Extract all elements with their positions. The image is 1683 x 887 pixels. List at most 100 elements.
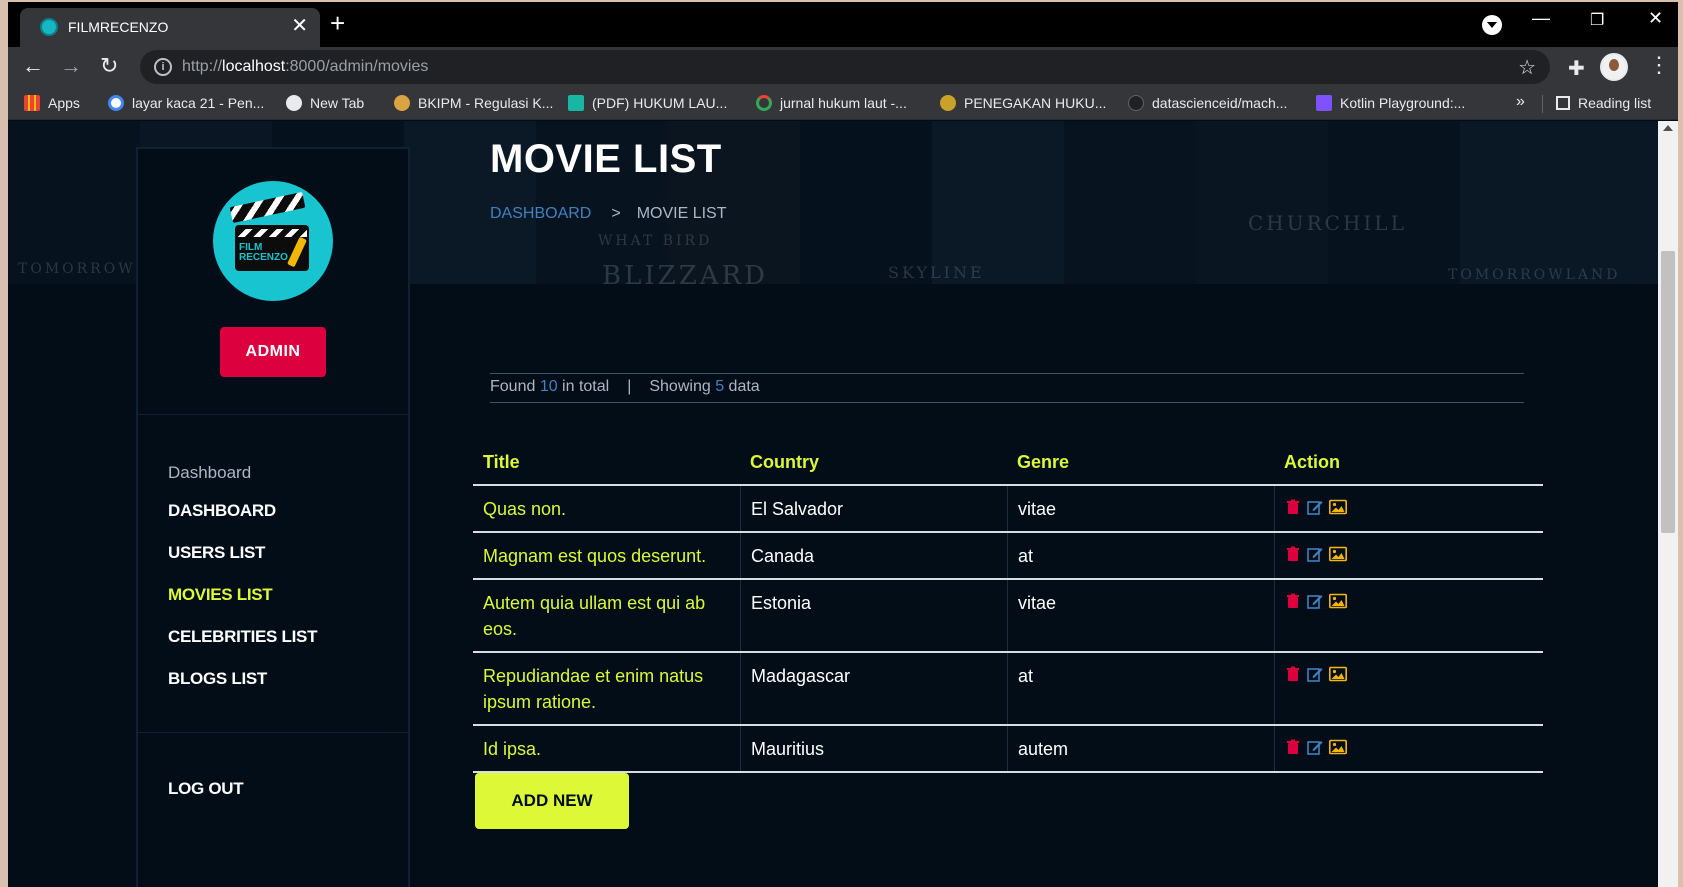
edit-icon[interactable] [1307,546,1323,562]
image-icon[interactable] [1329,499,1347,515]
film-favicon-icon [40,18,58,36]
bookmark-layar-kaca[interactable]: layar kaca 21 - Pen... [108,95,264,111]
hero-poster-word: SKYLINE [888,263,985,282]
bookmarks-overflow-icon[interactable]: » [1516,93,1525,111]
showing-count: 5 [715,378,725,395]
table-row: Quas non. El Salvador vitae [473,486,1543,533]
trash-icon[interactable] [1285,546,1301,562]
jurnal-icon [756,95,772,111]
movies-table: Title Country Genre Action Quas non. El S… [473,439,1543,773]
cell-genre: vitae [1007,486,1274,531]
column-header-title: Title [483,452,520,472]
address-bar[interactable]: i http://localhost:8000/admin/movies ☆ [140,50,1550,84]
edit-icon[interactable] [1307,666,1323,682]
bookmark-apps[interactable]: Apps [24,95,80,111]
row-actions [1285,593,1351,611]
site-info-icon[interactable]: i [154,58,172,76]
menu-kebab-icon[interactable]: ⋮ [1648,53,1670,77]
cell-title[interactable]: Quas non. [473,486,740,531]
sidebar-item-blogs-list[interactable]: BLOGS LIST [168,669,267,689]
cell-title[interactable]: Autem quia ullam est qui ab eos. [473,580,740,651]
cell-country: Canada [740,533,1007,578]
logout-link[interactable]: LOG OUT [168,779,244,799]
admin-button[interactable]: ADMIN [220,327,326,377]
filmrecenzo-logo-icon: FILM RECENZO [213,181,333,301]
profile-avatar[interactable] [1600,53,1628,81]
bookmark-jurnal[interactable]: jurnal hukum laut -... [756,95,907,111]
reading-list-button[interactable]: Reading list [1556,95,1651,111]
edit-icon[interactable] [1307,499,1323,515]
summary-text: Found 10 in total | Showing 5 data [490,378,760,395]
browser-window: FILMRECENZO ✕ + — ❐ ✕ ← → ↻ i http://loc… [8,2,1678,887]
trash-icon[interactable] [1285,593,1301,609]
hero-poster-word: CHURCHILL [1248,211,1407,235]
bookmark-penegakan[interactable]: PENEGAKAN HUKU... [940,95,1106,111]
url-text[interactable]: http://localhost:8000/admin/movies [182,58,428,76]
new-tab-button[interactable]: + [330,10,345,36]
researchgate-icon [568,95,584,111]
scrollbar-thumb[interactable] [1661,251,1675,533]
scroll-up-arrow-icon[interactable] [1663,125,1673,131]
table-row: Repudiandae et enim natus ipsum ratione.… [473,653,1543,726]
bookmark-pdf-hukum[interactable]: (PDF) HUKUM LAU... [568,95,727,111]
image-icon[interactable] [1329,593,1347,609]
cell-genre: at [1007,653,1274,724]
tab-strip: FILMRECENZO ✕ + — ❐ ✕ [8,2,1678,47]
hero-poster-word: WHAT BIRD [598,233,713,249]
image-icon[interactable] [1329,666,1347,682]
breadcrumb-dashboard-link[interactable]: DASHBOARD [490,205,591,222]
cell-country: Mauritius [740,726,1007,771]
browser-tab[interactable]: FILMRECENZO ✕ [20,8,320,47]
row-actions [1285,739,1351,757]
minimize-icon[interactable]: — [1532,8,1550,29]
logo-text: FILM RECENZO [239,242,288,263]
bookmark-star-icon[interactable]: ☆ [1518,55,1536,80]
forward-arrow-icon[interactable]: → [60,54,82,78]
github-icon [1128,95,1144,111]
column-header-action: Action [1284,452,1340,472]
kotlin-icon [1316,95,1332,111]
column-header-country: Country [750,452,819,472]
sidebar-item-users-list[interactable]: USERS LIST [168,543,265,563]
column-header-genre: Genre [1017,452,1070,472]
page-viewport: TOMORROW WHAT BIRD BLIZZARD SKYLINE CHUR… [8,121,1658,887]
cell-genre: vitae [1007,580,1274,651]
extensions-puzzle-icon[interactable]: ✚ [1568,56,1585,81]
cell-title[interactable]: Magnam est quos deserunt. [473,533,740,578]
logo-clapper [229,191,306,223]
image-icon[interactable] [1329,739,1347,755]
sidebar-item-dashboard[interactable]: DASHBOARD [168,501,276,521]
hero-poster-word: TOMORROWLAND [1448,267,1621,283]
restore-icon[interactable]: ❐ [1590,10,1604,30]
image-icon[interactable] [1329,546,1347,562]
bookmark-github[interactable]: datascienceid/mach... [1128,95,1287,111]
cell-country: Madagascar [740,653,1007,724]
bookmarks-divider [1542,95,1543,113]
row-actions [1285,546,1351,564]
edit-icon[interactable] [1307,739,1323,755]
tab-search-icon[interactable] [1482,15,1502,35]
bookmark-new-tab[interactable]: New Tab [286,95,364,111]
bkipm-icon [394,95,410,111]
close-window-icon[interactable]: ✕ [1648,8,1663,29]
sidebar-divider [138,414,408,415]
admin-sidebar: FILM RECENZO ADMIN Dashboard DASHBOARD U… [136,147,410,887]
trash-icon[interactable] [1285,499,1301,515]
reload-icon[interactable]: ↻ [100,54,118,78]
cell-title[interactable]: Id ipsa. [473,726,740,771]
close-tab-icon[interactable]: ✕ [291,16,308,36]
trash-icon[interactable] [1285,666,1301,682]
trash-icon[interactable] [1285,739,1301,755]
results-summary: Found 10 in total | Showing 5 data [490,373,1524,403]
sidebar-item-movies-list[interactable]: MOVIES LIST [168,585,273,605]
sidebar-item-celebrities-list[interactable]: CELEBRITIES LIST [168,627,317,647]
bookmark-kotlin[interactable]: Kotlin Playground:... [1316,95,1465,111]
cell-action [1274,653,1543,724]
breadcrumb-separator: > [611,205,621,222]
vertical-scrollbar[interactable] [1658,121,1678,887]
add-new-button[interactable]: ADD NEW [475,773,629,829]
bookmark-bkipm[interactable]: BKIPM - Regulasi K... [394,95,553,111]
edit-icon[interactable] [1307,593,1323,609]
cell-title[interactable]: Repudiandae et enim natus ipsum ratione. [473,653,740,724]
back-arrow-icon[interactable]: ← [22,54,44,78]
